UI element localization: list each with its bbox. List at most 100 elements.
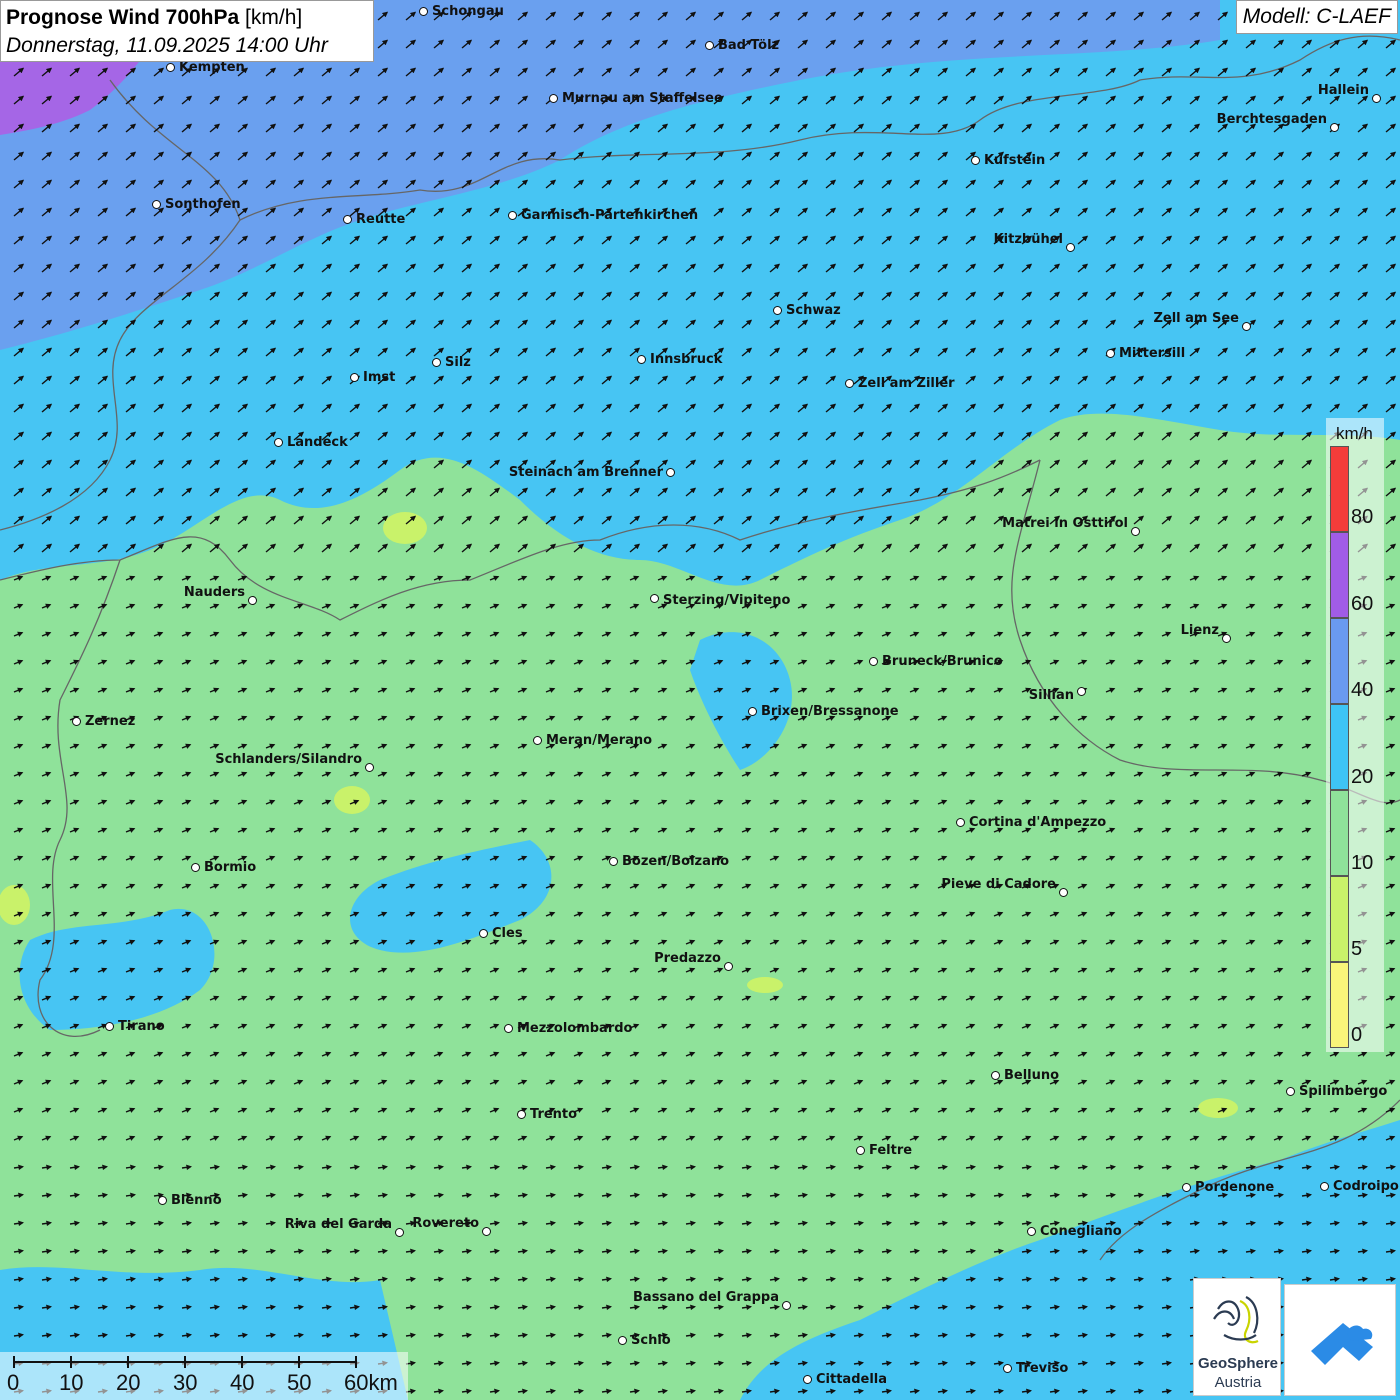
city-label: Steinach am Brenner [508,465,663,480]
city-label: Belluno [1004,1068,1060,1083]
wind-map: Schongau Bad Tölz Kempten Murnau am Staffel… [0,0,1400,1400]
legend-label: 20 [1351,766,1374,788]
city-dot-icon [248,596,257,605]
city-label: Tirano [118,1019,165,1034]
city-label: Cortina d'Ampezzo [969,815,1107,830]
city-label: Mezzolombardo [517,1021,633,1036]
city-label: Zell am Ziller [858,376,955,391]
city-label: Imst [363,370,396,385]
city-dot-icon [395,1228,404,1237]
city-label: Bassano del Grappa [633,1290,779,1305]
city-label: Bozen/Bolzano [622,854,730,869]
city-label: Nauders [183,585,245,600]
city-label: Kitzbühel [993,232,1063,247]
city-dot-icon [1131,527,1140,536]
band-5-10-spot [1198,1098,1238,1118]
legend-label: 0 [1351,1024,1363,1046]
city-label: Trento [530,1107,578,1122]
cloud-arrow-icon [1311,1323,1373,1365]
city-label: Riva del Garda [284,1217,392,1232]
scale-label: 30 [173,1370,198,1395]
city-dot-icon [748,707,757,716]
city-dot-icon [1066,243,1075,252]
city-label: Schlanders/Silandro [215,752,362,767]
city-dot-icon [856,1146,865,1155]
legend-colorbar [1330,446,1349,1048]
legend-label: 5 [1351,938,1363,960]
city-dot-icon [549,94,558,103]
city-dot-icon [782,1301,791,1310]
city-label: Bienno [171,1193,222,1208]
city-dot-icon [105,1022,114,1031]
city-label: Feltre [869,1143,913,1158]
city-label: Matrei in Osttirol [1002,516,1128,531]
city-label: Conegliano [1040,1224,1122,1239]
band-5-10-spot [334,786,370,814]
city-dot-icon [432,358,441,367]
city-label: Lienz [1180,623,1219,638]
city-label: Bruneck/Brunico [882,654,1003,669]
city-label: Predazzo [654,951,721,966]
city-dot-icon [1372,94,1381,103]
legend-color-cell [1330,962,1349,1048]
city-dot-icon [504,1024,513,1033]
city-label: Sillian [1028,688,1074,703]
legend-color-cell [1330,532,1349,618]
legend-color-cell [1330,618,1349,704]
city-label: Zernez [85,714,136,729]
city-label: Spilimbergo [1299,1084,1388,1099]
city-dot-icon [533,736,542,745]
legend-label: 60 [1351,593,1374,615]
city-dot-icon [479,929,488,938]
city-label: Brixen/Bressanone [761,704,899,719]
city-dot-icon [365,763,374,772]
city-dot-icon [508,211,517,220]
city-label: Reutte [356,212,406,227]
city-label: Zell am See [1153,311,1239,326]
city-dot-icon [1320,1182,1329,1191]
city-label: Kempten [179,60,245,75]
city-dot-icon [191,863,200,872]
city-dot-icon [1059,888,1068,897]
city-label: Meran/Merano [546,733,653,748]
scale-label: 20 [116,1370,141,1395]
band-5-10-spot [383,512,427,544]
city-dot-icon [1003,1364,1012,1373]
city-dot-icon [666,468,675,477]
legend-unit: km/h [1336,424,1373,443]
city-dot-icon [991,1071,1000,1080]
model-label: Modell: C-LAEF [1235,0,1398,34]
forecast-datetime: Donnerstag, 11.09.2025 14:00 Uhr [6,34,328,57]
city-dot-icon [517,1110,526,1119]
city-label: Sterzing/Vipiteno [663,593,791,608]
map-title-main: Prognose Wind 700hPa [6,6,240,29]
legend-label: 80 [1351,506,1374,528]
city-dot-icon [650,594,659,603]
city-dot-icon [773,306,782,315]
legend-label: 10 [1351,852,1374,874]
city-label: Codroipo [1333,1179,1399,1194]
legend-label: 40 [1351,679,1374,701]
city-dot-icon [350,373,359,382]
city-label: Schio [631,1333,671,1348]
city-dot-icon [1027,1227,1036,1236]
city-dot-icon [1242,322,1251,331]
city-label: Bormio [204,860,257,875]
city-label: Landeck [287,435,348,450]
city-label: Sonthofen [165,197,241,212]
city-dot-icon [419,7,428,16]
city-label: Silz [445,355,471,370]
city-dot-icon [637,355,646,364]
legend-color-cell [1330,790,1349,876]
city-label: Innsbruck [650,352,723,367]
city-dot-icon [618,1336,627,1345]
map-title: Prognose Wind 700hPa [km/h] [6,4,368,32]
city-dot-icon [1182,1183,1191,1192]
city-label: Pordenone [1195,1180,1275,1195]
city-dot-icon [705,41,714,50]
city-dot-icon [343,215,352,224]
city-dot-icon [1077,687,1086,696]
city-dot-icon [1330,123,1339,132]
city-label: Cles [492,926,523,941]
city-dot-icon [1106,349,1115,358]
